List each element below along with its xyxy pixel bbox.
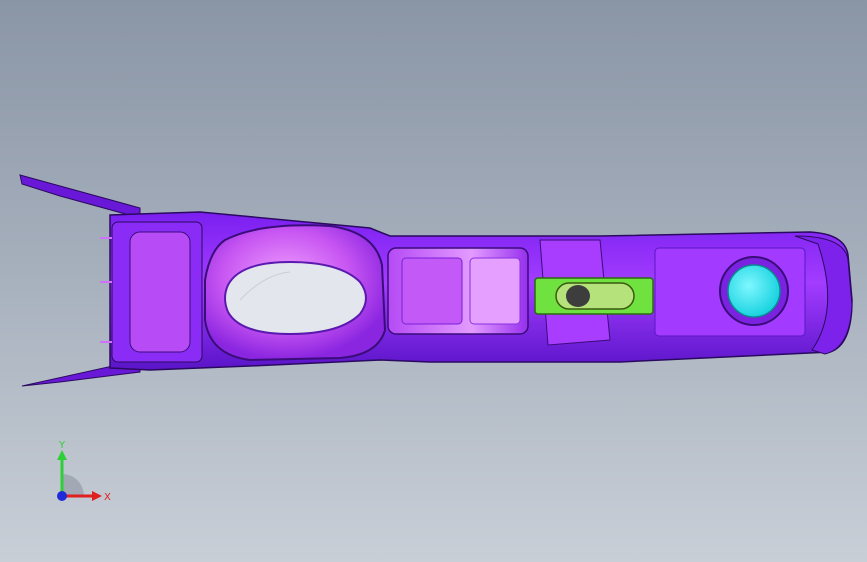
center-console-model[interactable] — [0, 0, 867, 562]
cup-holder-opening — [224, 260, 367, 336]
control-button — [727, 264, 781, 318]
y-axis-arrow — [57, 450, 67, 460]
coordinate-triad: Y X — [57, 440, 111, 503]
front-housing-inner — [129, 231, 191, 353]
x-axis-label: X — [104, 492, 111, 503]
upper-flange — [19, 174, 141, 219]
x-axis-arrow — [92, 491, 102, 501]
z-axis-dot — [57, 491, 67, 501]
shifter-knob-hole — [566, 285, 590, 307]
cad-viewport[interactable]: Y X — [0, 0, 867, 562]
y-axis-label: Y — [58, 440, 66, 451]
